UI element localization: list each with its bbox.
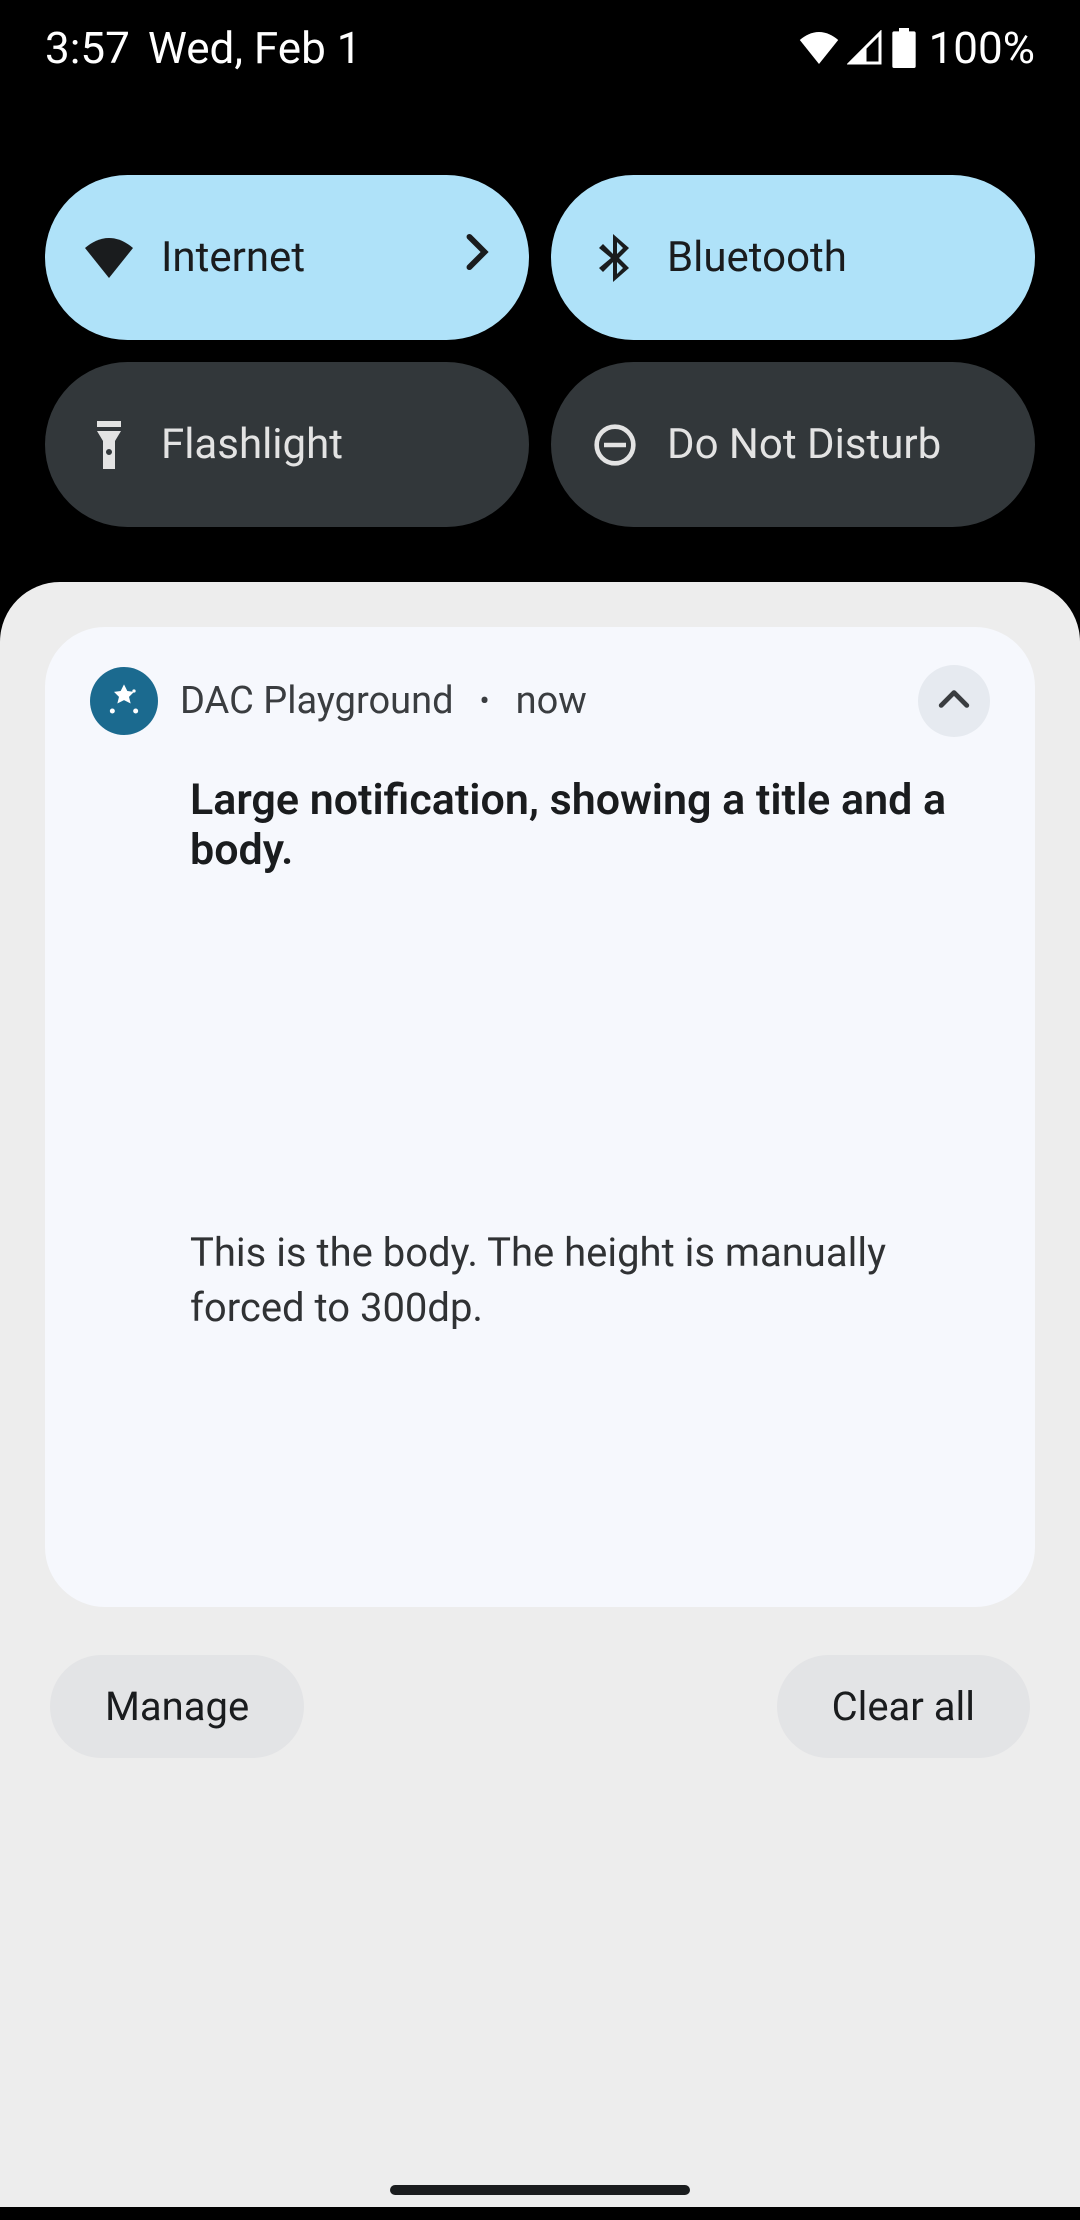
cellular-signal-icon [847, 30, 883, 66]
status-date: Wed, Feb 1 [148, 22, 362, 74]
app-icon [90, 667, 158, 735]
qs-tile-bluetooth[interactable]: Bluetooth [551, 175, 1035, 340]
qs-tile-do-not-disturb[interactable]: Do Not Disturb [551, 362, 1035, 527]
do-not-disturb-icon [591, 421, 639, 469]
flashlight-icon [85, 421, 133, 469]
clear-all-button[interactable]: Clear all [777, 1655, 1030, 1758]
qs-tile-label: Internet [161, 233, 437, 282]
notification-header: DAC Playground • now [90, 665, 990, 737]
qs-tile-label: Flashlight [161, 420, 489, 469]
notification-body: This is the body. The height is manually… [190, 1225, 990, 1335]
battery-percentage: 100% [929, 22, 1035, 74]
notifications-panel[interactable]: DAC Playground • now Large notification,… [0, 582, 1080, 2207]
wifi-icon [799, 32, 839, 64]
status-bar-right: 100% [799, 22, 1035, 74]
bluetooth-icon [591, 234, 639, 282]
notification-title: Large notification, showing a title and … [190, 775, 990, 875]
status-bar-left: 3:57 Wed, Feb 1 [45, 22, 361, 74]
navigation-bar-handle[interactable] [390, 2185, 690, 2195]
manage-button[interactable]: Manage [50, 1655, 304, 1758]
qs-tile-label: Bluetooth [667, 233, 995, 282]
notification-actions: Manage Clear all [45, 1655, 1035, 1758]
quick-settings-panel: Internet Bluetooth Flashlight Do Not Dis… [0, 95, 1080, 582]
notification-separator: • [480, 684, 490, 719]
notification-app-name: DAC Playground [180, 679, 454, 723]
qs-tile-flashlight[interactable]: Flashlight [45, 362, 529, 527]
status-bar: 3:57 Wed, Feb 1 100% [0, 0, 1080, 95]
notification-card[interactable]: DAC Playground • now Large notification,… [45, 627, 1035, 1607]
chevron-up-icon [938, 689, 970, 713]
qs-tile-label: Do Not Disturb [667, 420, 995, 469]
status-time: 3:57 [45, 22, 130, 74]
collapse-button[interactable] [918, 665, 990, 737]
chevron-right-icon [465, 233, 489, 282]
qs-tile-internet[interactable]: Internet [45, 175, 529, 340]
wifi-icon [85, 234, 133, 282]
notification-time: now [516, 679, 587, 723]
battery-icon [891, 28, 917, 68]
